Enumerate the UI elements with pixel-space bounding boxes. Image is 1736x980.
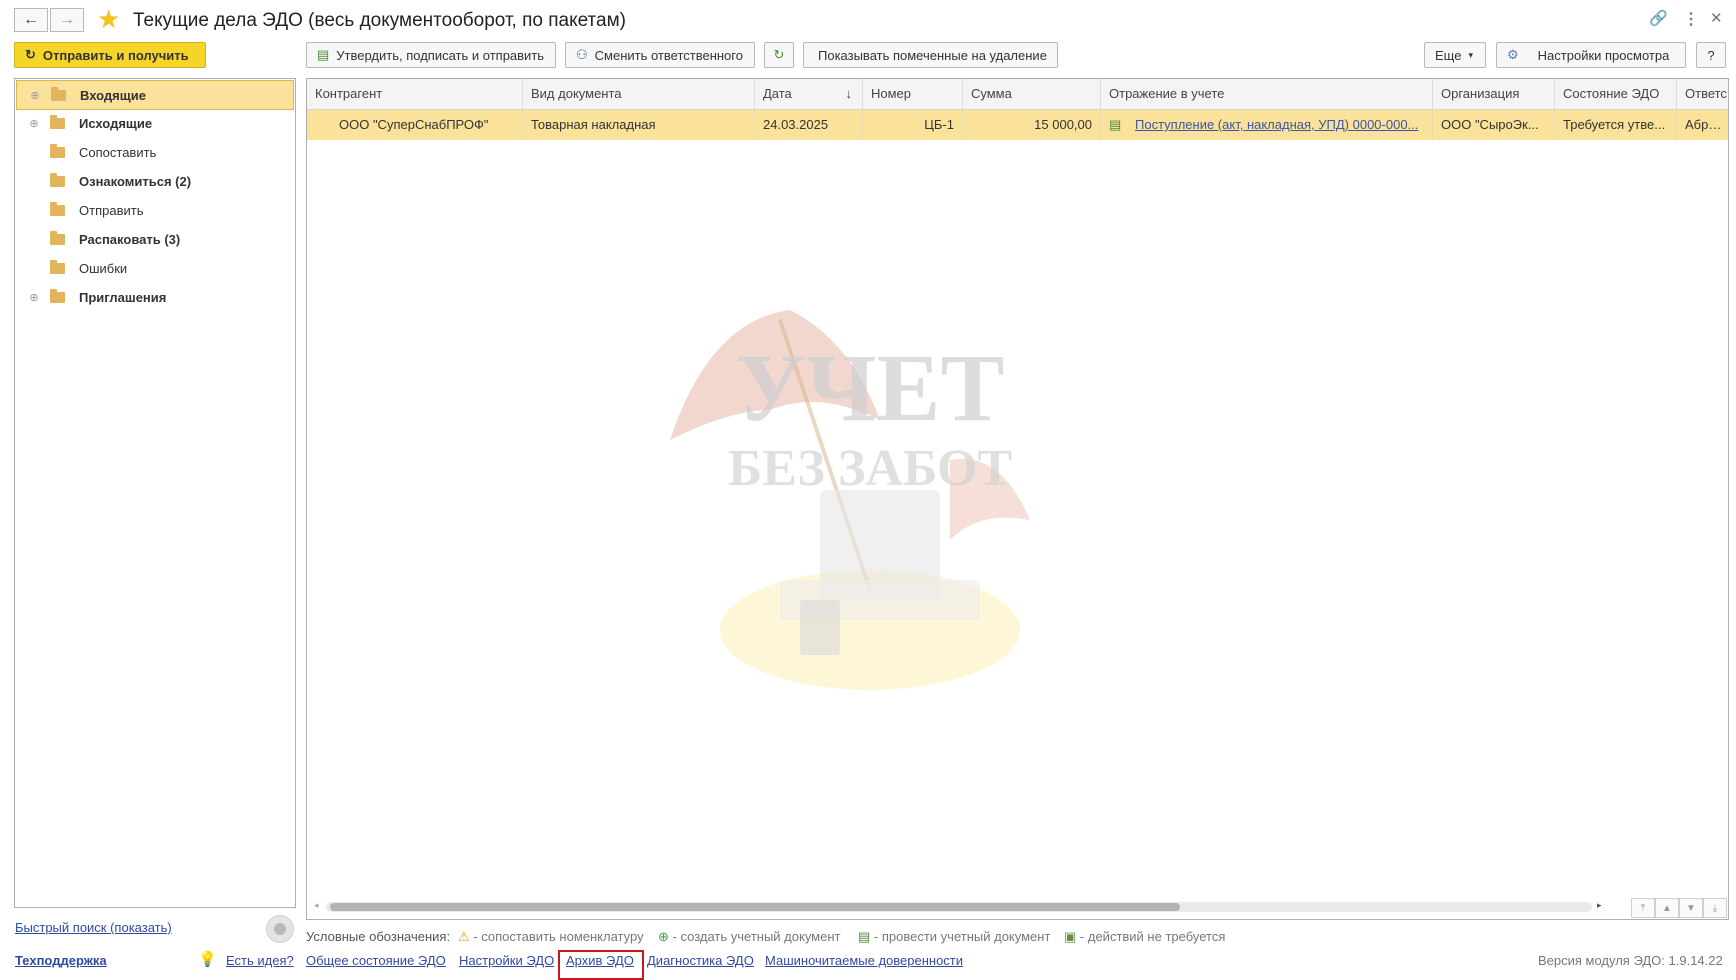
page-title: Текущие дела ЭДО (весь документооборот, … [133, 10, 627, 31]
sort-arrow-icon: ↓ [845, 86, 853, 101]
cell-doc-type: Товарная накладная [523, 110, 755, 140]
chevron-down-icon: ▾ [1468, 49, 1473, 60]
cell-accounting: ▤ Поступление (акт, накладная, УПД) 0000… [1101, 110, 1433, 140]
legend-item: ⊕ - создать учетный документ [658, 929, 841, 944]
module-version: Версия модуля ЭДО: 1.9.14.22 [1538, 953, 1723, 968]
folder-tree[interactable]: ⊕ Входящие ⊕ Исходящие Сопоставить Ознак… [14, 78, 296, 908]
back-button[interactable]: ← [14, 8, 48, 32]
legend-item: ▣ - действий не требуется [1064, 929, 1226, 944]
scroll-top-button[interactable]: ⤒ [1631, 898, 1655, 918]
column-header[interactable]: Отражение в учете [1101, 79, 1433, 109]
legend-title: Условные обозначения: [306, 929, 451, 944]
folder-icon [50, 172, 65, 187]
idea-link[interactable]: Есть идея? [226, 953, 294, 968]
expand-icon[interactable]: ⊕ [28, 117, 40, 130]
settings-icon: ⚙ [1507, 47, 1519, 62]
column-header[interactable]: Вид документа [523, 79, 755, 109]
back-arrow-icon: ← [23, 11, 39, 28]
column-header[interactable]: Номер [863, 79, 963, 109]
warning-icon: ⚠ [458, 929, 470, 944]
tree-item-send[interactable]: Отправить [16, 196, 294, 224]
column-header[interactable]: Сумма [963, 79, 1101, 109]
scroll-down-button[interactable]: ▼ [1679, 898, 1703, 918]
help-button[interactable]: ? [1696, 42, 1726, 68]
scroll-right-icon[interactable]: ▸ [1597, 900, 1602, 911]
approve-sign-send-button[interactable]: ▤ Утвердить, подписать и отправить [306, 42, 556, 68]
cell-date: 24.03.2025 [755, 110, 863, 140]
post-document-icon: ▤ [858, 929, 871, 944]
sign-document-icon: ▤ [317, 47, 330, 62]
tree-item-match[interactable]: Сопоставить [16, 138, 294, 166]
scroll-up-button[interactable]: ▲ [1655, 898, 1679, 918]
folder-icon [50, 259, 65, 274]
scroll-bottom-button[interactable]: ⤓ [1703, 898, 1727, 918]
cell-organization: ООО "СыроЭк... [1433, 110, 1555, 140]
edo-status-link[interactable]: Общее состояние ЭДО [306, 953, 446, 968]
legend-item: ▤ - провести учетный документ [858, 929, 1051, 944]
folder-icon [50, 143, 65, 158]
folder-icon [50, 201, 65, 216]
tree-item-incoming[interactable]: ⊕ Входящие [16, 80, 294, 110]
view-settings-button[interactable]: ⚙ Настройки просмотра [1496, 42, 1686, 68]
folder-icon [51, 86, 66, 101]
clear-icon [274, 923, 286, 935]
cell-responsible: Абрамо [1677, 110, 1728, 140]
quick-search-link[interactable]: Быстрый поиск (показать) [15, 920, 172, 935]
column-header[interactable]: Состояние ЭДО [1555, 79, 1677, 109]
tree-item-review[interactable]: Ознакомиться (2) [16, 167, 294, 195]
folder-icon [50, 230, 65, 245]
cell-counterparty: ООО "СуперСнабПРОФ" [307, 110, 523, 140]
documents-table[interactable]: Контрагент Вид документа Дата ↓ Номер Су… [306, 78, 1729, 920]
column-header[interactable]: Ответс [1677, 79, 1728, 109]
users-icon: ⚇ [576, 47, 588, 62]
more-dropdown[interactable]: Еще ▾ [1424, 42, 1486, 68]
tree-item-errors[interactable]: Ошибки [16, 254, 294, 282]
arrow-down-icon: ▼ [1686, 902, 1696, 914]
change-responsible-button[interactable]: ⚇ Сменить ответственного [565, 42, 755, 68]
folder-icon [50, 114, 65, 129]
column-header-date[interactable]: Дата ↓ [755, 79, 863, 109]
legend-item: ⚠ - сопоставить номенклатуру [458, 929, 644, 944]
support-link[interactable]: Техподдержка [15, 953, 107, 968]
clear-search-button[interactable] [266, 915, 294, 943]
refresh-icon: ↻ [25, 47, 36, 62]
more-icon[interactable]: ⋮ [1683, 9, 1699, 29]
favorite-star-icon[interactable]: ★ [97, 4, 120, 34]
arrow-bottom-icon: ⤓ [1712, 902, 1718, 914]
scrollbar-thumb[interactable] [330, 903, 1180, 911]
arrow-up-icon: ▲ [1662, 902, 1672, 914]
arrow-top-icon: ⤒ [1640, 902, 1646, 914]
tree-item-invitations[interactable]: ⊕ Приглашения [16, 283, 294, 311]
show-marked-button[interactable]: Показывать помеченные на удаление [803, 42, 1058, 68]
expand-icon[interactable]: ⊕ [28, 291, 40, 304]
forward-arrow-icon: → [59, 11, 75, 28]
cell-number: ЦБ-1 [863, 110, 963, 140]
close-icon[interactable]: ✕ [1710, 9, 1723, 27]
expand-icon[interactable]: ⊕ [29, 89, 41, 102]
tree-item-unpack[interactable]: Распаковать (3) [16, 225, 294, 253]
add-circle-icon: ⊕ [658, 929, 669, 944]
tree-item-outgoing[interactable]: ⊕ Исходящие [16, 109, 294, 137]
table-row[interactable]: ООО "СуперСнабПРОФ" Товарная накладная 2… [307, 110, 1728, 140]
column-header[interactable]: Организация [1433, 79, 1555, 109]
folder-icon [50, 288, 65, 303]
column-header[interactable]: Контрагент [307, 79, 523, 109]
cell-sum: 15 000,00 [963, 110, 1101, 140]
refresh-button[interactable]: ↻ [764, 42, 794, 68]
edo-settings-link[interactable]: Настройки ЭДО [459, 953, 554, 968]
send-receive-button[interactable]: ↻ Отправить и получить [14, 42, 206, 68]
forward-button[interactable]: → [50, 8, 84, 32]
refresh-icon: ↻ [773, 47, 785, 62]
edo-diagnostics-link[interactable]: Диагностика ЭДО [647, 953, 754, 968]
lightbulb-icon: 💡 [198, 951, 217, 968]
machine-readable-poa-link[interactable]: Машиночитаемые доверенности [765, 953, 963, 968]
table-header: Контрагент Вид документа Дата ↓ Номер Су… [307, 79, 1728, 110]
scroll-left-icon[interactable]: ◂ [314, 900, 319, 911]
accounting-document-link[interactable]: Поступление (акт, накладная, УПД) 0000-0… [1135, 117, 1418, 132]
post-document-icon: ▤ [1109, 117, 1122, 132]
link-icon[interactable]: 🔗 [1649, 9, 1668, 27]
no-action-icon: ▣ [1064, 929, 1077, 944]
cell-edo-status: Требуется утве... [1555, 110, 1677, 140]
